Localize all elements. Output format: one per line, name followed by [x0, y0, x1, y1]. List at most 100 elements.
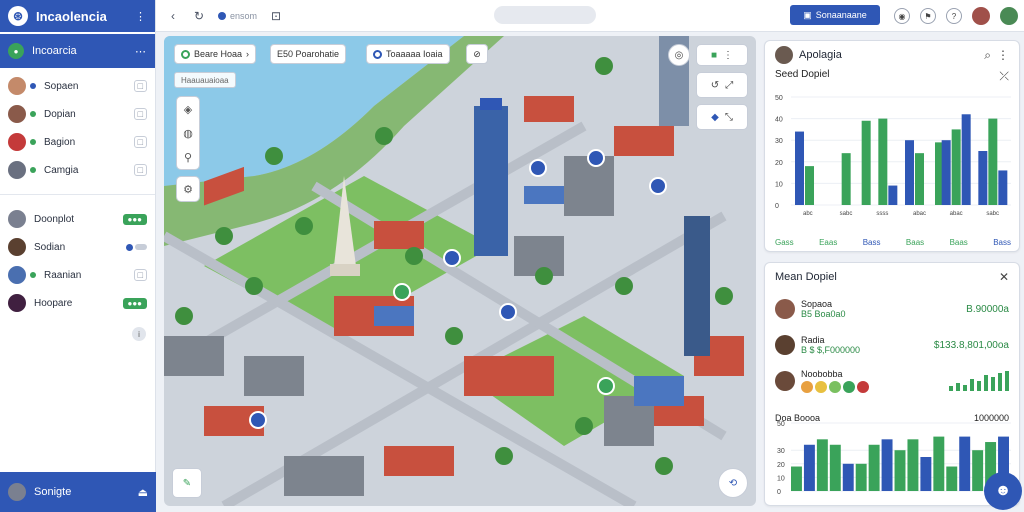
bar[interactable] — [841, 153, 851, 205]
bar[interactable] — [920, 457, 932, 491]
map-canvas[interactable] — [164, 36, 756, 506]
user-avatar[interactable] — [972, 7, 990, 25]
eject-icon[interactable]: ⏏ — [138, 486, 148, 499]
map-reset[interactable]: ⟲ — [718, 468, 748, 498]
map-filter-chip-2[interactable]: E50 Poarohatie — [270, 44, 347, 64]
bar[interactable] — [888, 185, 898, 205]
bar[interactable] — [951, 129, 961, 205]
sidebar-item[interactable]: Camgia □ — [0, 156, 155, 184]
bar[interactable] — [881, 439, 893, 491]
bar[interactable] — [829, 444, 841, 491]
swatch-icon[interactable] — [815, 381, 827, 393]
bar[interactable] — [988, 118, 998, 205]
address-bar[interactable]: ensom — [218, 11, 257, 21]
sidebar-footer[interactable]: Sonigte ⏏ — [0, 472, 156, 512]
bar[interactable] — [868, 444, 880, 491]
more-vertical-icon[interactable]: ⋮ — [135, 10, 147, 23]
status-badge: ●●● — [122, 297, 147, 309]
bar[interactable] — [861, 120, 871, 205]
bar[interactable] — [805, 166, 814, 205]
map-subfilter[interactable]: Haauauaioaa — [174, 72, 236, 88]
row-label: Radia — [801, 335, 825, 345]
message-icon[interactable]: □ — [133, 136, 147, 148]
more-vertical-icon[interactable]: ⋮ — [997, 48, 1009, 62]
toggle-icon[interactable] — [126, 243, 147, 251]
bar[interactable] — [803, 444, 815, 491]
bar[interactable] — [816, 439, 828, 491]
bar[interactable] — [972, 450, 984, 491]
settings-icon[interactable]: ◉ — [894, 8, 910, 24]
back-icon[interactable]: ‹ — [166, 9, 180, 23]
bar[interactable] — [842, 463, 854, 491]
swatch-icon[interactable] — [843, 381, 855, 393]
bar[interactable] — [941, 140, 951, 205]
collapse-icon[interactable]: ⤫ — [999, 69, 1009, 84]
map-view-controls[interactable]: ↺ ⤢ — [696, 72, 748, 98]
presence-dot-icon — [30, 167, 36, 173]
avatar — [775, 371, 795, 391]
sidebar-item[interactable]: Hoopare ●●● — [0, 289, 155, 317]
message-icon[interactable]: □ — [133, 269, 147, 281]
message-icon[interactable]: □ — [133, 80, 147, 92]
bar[interactable] — [915, 153, 924, 205]
bar[interactable] — [894, 450, 906, 491]
bar[interactable] — [933, 436, 945, 491]
layers-icon[interactable]: ◈ — [177, 97, 199, 121]
map-filter-chip-1[interactable]: Beare Hoaa › — [174, 44, 257, 64]
sidebar-item[interactable]: Dopian □ — [0, 100, 155, 128]
message-icon[interactable]: □ — [133, 164, 147, 176]
refresh-icon[interactable]: ↻ — [192, 9, 206, 23]
bar[interactable] — [998, 170, 1008, 205]
summary-row[interactable]: Sopaoa B5 Boa0a0 B.90000a — [765, 291, 1019, 327]
bar[interactable] — [959, 436, 971, 491]
bike-icon[interactable]: ⚲ — [177, 145, 199, 169]
paint-tool[interactable]: ✎ — [172, 468, 202, 498]
sidebar-item[interactable]: Doonplot ●●● — [0, 205, 155, 233]
search-input[interactable] — [494, 6, 596, 24]
notification-icon[interactable]: ⚑ — [920, 8, 936, 24]
bookmark-icon[interactable]: ⊡ — [269, 9, 283, 23]
bar[interactable] — [905, 140, 914, 205]
team-avatar[interactable] — [1000, 7, 1018, 25]
more-horizontal-icon[interactable]: ⋯ — [135, 45, 147, 58]
summary-row[interactable]: Noobobba — [765, 363, 1019, 399]
bar[interactable] — [791, 466, 802, 491]
info-icon[interactable]: i — [132, 327, 146, 341]
globe-icon[interactable]: ◍ — [177, 121, 199, 145]
sidebar-item-label: Sopaen — [44, 80, 79, 92]
gear-icon[interactable]: ⚙ — [177, 177, 199, 201]
city-map[interactable]: Beare Hoaa › E50 Poarohatie Toaaaaa Ioaia… — [164, 36, 756, 506]
map-location-controls[interactable]: ◆ ⤡ — [696, 104, 748, 130]
search-icon[interactable]: ⌕ — [984, 48, 991, 63]
sidebar-item[interactable]: Bagion □ — [0, 128, 155, 156]
panel-header: Mean Dopiel ✕ — [765, 263, 1019, 291]
presence-dot-icon — [30, 139, 36, 145]
bar[interactable] — [907, 439, 919, 491]
sidebar-item[interactable]: Sopaen □ — [0, 72, 155, 100]
bar[interactable] — [855, 463, 867, 491]
summary-list: Sopaoa B5 Boa0a0 B.90000a Radia B $ $,F00000… — [765, 291, 1019, 399]
sidebar-item[interactable]: Sodian — [0, 233, 155, 261]
close-icon[interactable]: ✕ — [999, 270, 1009, 284]
sidebar-item-active[interactable]: ● Incoarcia ⋯ — [0, 34, 155, 68]
bar[interactable] — [946, 466, 958, 491]
chart-legend: Gass Eaas Bass Baas Baas Bass — [775, 238, 1011, 247]
swatch-icon[interactable] — [829, 381, 841, 393]
summary-row[interactable]: Radia B $ $,F000000 $133.8,801,00oa — [765, 327, 1019, 363]
message-icon[interactable]: □ — [133, 108, 147, 120]
sidebar-item-label: Raanian — [44, 269, 82, 281]
swatch-icon[interactable] — [801, 381, 813, 393]
bar[interactable] — [878, 118, 888, 205]
sidebar-item[interactable]: Raanian □ — [0, 261, 155, 289]
bar[interactable] — [961, 114, 971, 205]
primary-action-button[interactable]: ▣ Sonaanaane — [790, 5, 880, 25]
map-filter-chip-3[interactable]: Toaaaaa Ioaia — [366, 44, 450, 64]
map-layer-toggle[interactable]: ■ ⋮ — [696, 44, 748, 66]
bar[interactable] — [795, 131, 804, 205]
compass-icon[interactable]: ◎ — [668, 44, 690, 66]
chat-fab-icon[interactable]: ☻ — [984, 472, 1022, 510]
bar[interactable] — [978, 151, 988, 205]
map-filter-toggle[interactable]: ⊘ — [466, 44, 488, 64]
swatch-icon[interactable] — [857, 381, 869, 393]
help-icon[interactable]: ? — [946, 8, 962, 24]
